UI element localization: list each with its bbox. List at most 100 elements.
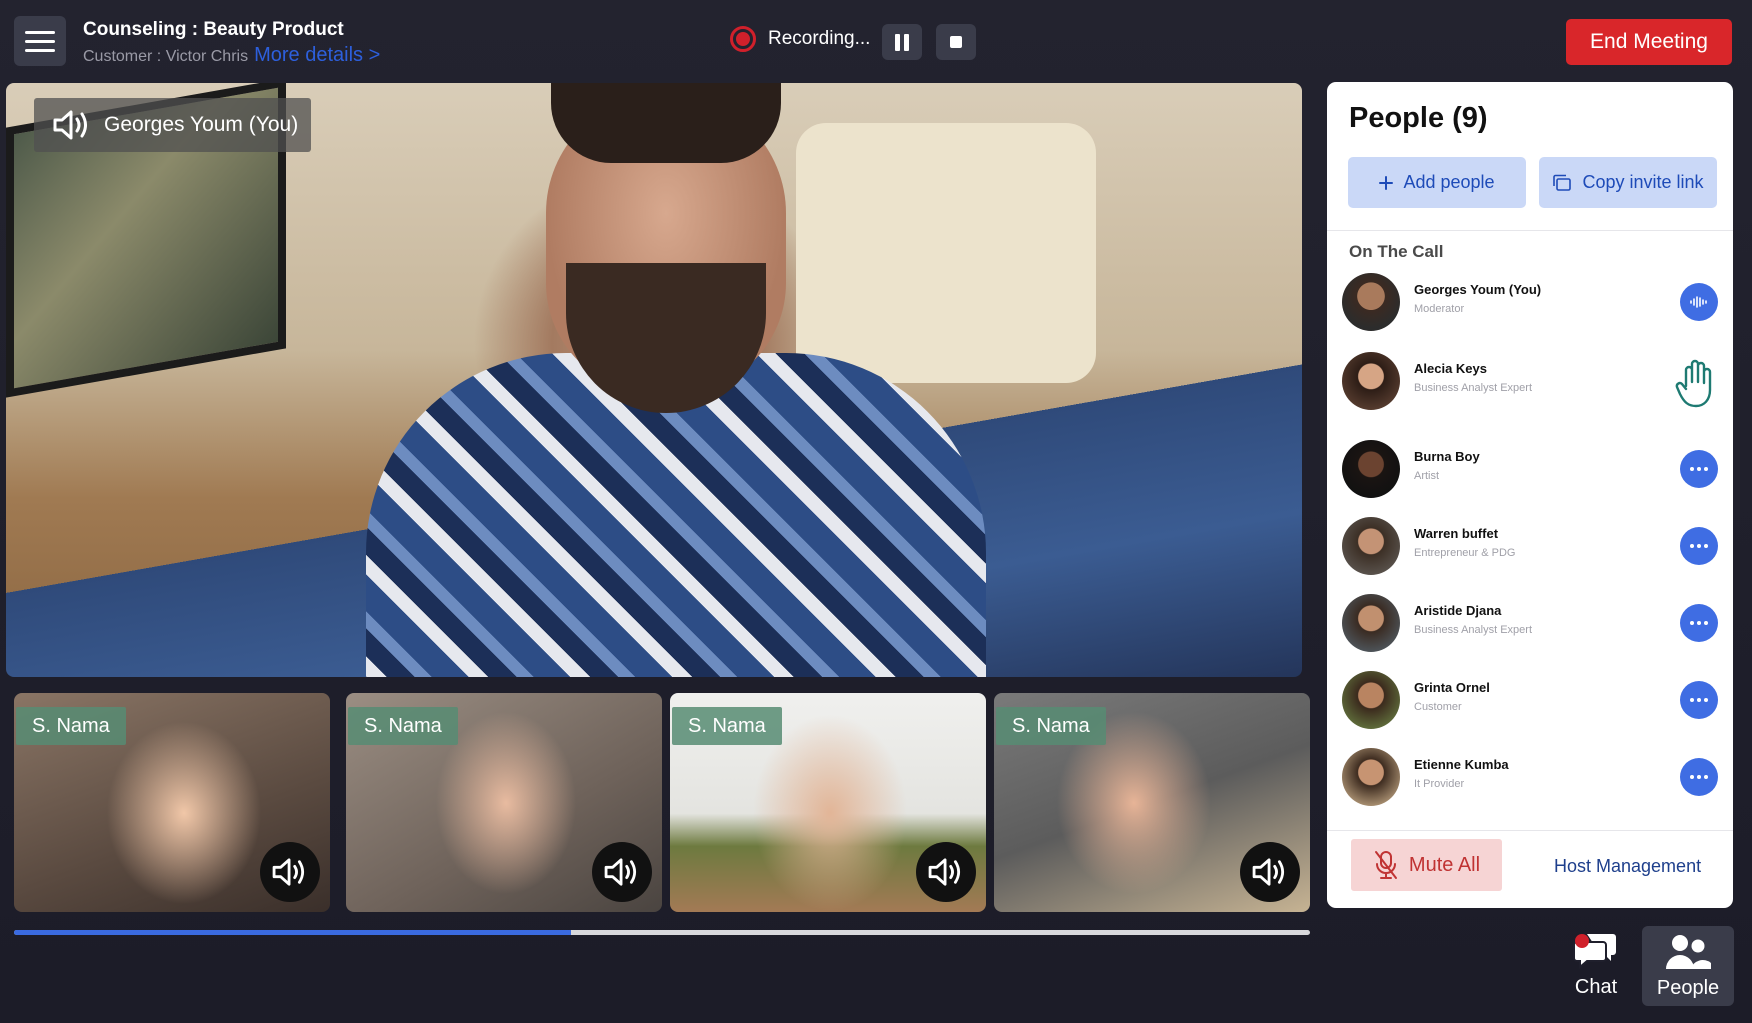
participant-name-tag: S. Nama: [16, 707, 126, 745]
mute-all-button[interactable]: Mute All: [1351, 839, 1502, 891]
recording-label: Recording...: [768, 28, 871, 49]
stop-icon: [950, 36, 962, 48]
on-the-call-label: On The Call: [1349, 242, 1444, 261]
end-meeting-button[interactable]: End Meeting: [1566, 19, 1732, 65]
thumbnail-scroll-progress[interactable]: [14, 930, 1310, 935]
participant-name: Georges Youm (You): [1414, 282, 1542, 297]
more-icon: [1690, 467, 1708, 471]
participant-name: Grinta Ornel: [1414, 680, 1490, 695]
participant-role: Artist: [1414, 470, 1440, 482]
participant-role: Moderator: [1414, 303, 1465, 315]
more-details-link[interactable]: More details >: [254, 44, 380, 66]
participant-name-tag: S. Nama: [348, 707, 458, 745]
menu-icon-line: [25, 39, 55, 43]
speaker-volume-icon: [53, 110, 87, 140]
avatar: [1342, 671, 1400, 729]
copy-icon: [1553, 174, 1572, 191]
participant-more-button[interactable]: [1680, 604, 1718, 642]
participant-audio-button[interactable]: [260, 842, 320, 902]
copy-invite-label: Copy invite link: [1582, 172, 1704, 192]
participant-thumbnail[interactable]: S. Nama: [670, 693, 986, 912]
participant-audio-button[interactable]: [916, 842, 976, 902]
hand-raised-icon[interactable]: [1674, 356, 1718, 408]
participant-more-button[interactable]: [1680, 681, 1718, 719]
participant-row[interactable]: Aristide Djana Business Analyst Expert: [1342, 594, 1718, 654]
participant-row[interactable]: Alecia Keys Business Analyst Expert: [1342, 352, 1718, 412]
participant-name: Burna Boy: [1414, 449, 1480, 464]
participant-role: It Provider: [1414, 778, 1465, 790]
participant-name: Etienne Kumba: [1414, 757, 1509, 772]
participant-thumbnail[interactable]: S. Nama: [346, 693, 662, 912]
pause-icon: [895, 33, 900, 51]
avatar: [1342, 594, 1400, 652]
recording-indicator: Recording...: [730, 26, 870, 52]
participant-more-button[interactable]: [1680, 758, 1718, 796]
participant-row[interactable]: Grinta Ornel Customer: [1342, 671, 1718, 731]
meeting-subtitle: Customer : Victor Chris More details >: [83, 44, 380, 67]
participant-name: Aristide Djana: [1414, 603, 1502, 618]
participant-name: Alecia Keys: [1414, 361, 1487, 376]
participant-more-button[interactable]: [1680, 450, 1718, 488]
hamburger-menu-button[interactable]: [14, 16, 66, 66]
people-icon: [1666, 934, 1711, 969]
plus-icon: [1379, 175, 1394, 190]
speaker-name: Georges Youm (You): [104, 113, 299, 136]
mic-off-icon: [1374, 851, 1397, 879]
video-background-sofa: [796, 123, 1096, 383]
participant-row[interactable]: Etienne Kumba It Provider: [1342, 748, 1718, 808]
main-video[interactable]: Georges Youm (You): [6, 83, 1302, 677]
panel-title: People (9): [1349, 102, 1488, 134]
pause-icon: [904, 33, 909, 51]
participant-more-button[interactable]: [1680, 527, 1718, 565]
menu-icon-line: [25, 30, 55, 34]
more-icon: [1690, 621, 1708, 625]
avatar: [1342, 440, 1400, 498]
volume-icon: [604, 858, 637, 886]
participant-name-tag: S. Nama: [672, 707, 782, 745]
pause-recording-button[interactable]: [882, 24, 922, 60]
speaking-indicator-button[interactable]: [1680, 283, 1718, 321]
participant-thumbnail[interactable]: S. Nama: [14, 693, 330, 912]
avatar: [1342, 352, 1400, 410]
participant-thumbnail[interactable]: S. Nama: [994, 693, 1310, 912]
avatar: [1342, 517, 1400, 575]
chat-nav-button[interactable]: Chat: [1566, 930, 1626, 1006]
more-icon: [1690, 544, 1708, 548]
participant-row[interactable]: Warren buffet Entrepreneur & PDG: [1342, 517, 1718, 577]
stop-recording-button[interactable]: [936, 24, 976, 60]
panel-footer-divider: [1327, 830, 1733, 831]
people-nav-button[interactable]: People: [1642, 926, 1734, 1006]
menu-icon-line: [25, 48, 55, 52]
host-management-link[interactable]: Host Management: [1554, 856, 1701, 877]
audio-wave-icon: [1690, 296, 1707, 308]
participant-row[interactable]: Burna Boy Artist: [1342, 440, 1718, 500]
participant-role: Customer: [1414, 701, 1462, 713]
volume-icon: [1252, 858, 1285, 886]
more-icon: [1690, 698, 1708, 702]
people-nav-label: People: [1656, 976, 1720, 999]
copy-invite-link-button[interactable]: Copy invite link: [1539, 157, 1717, 208]
volume-icon: [928, 858, 961, 886]
panel-divider: [1327, 230, 1733, 231]
more-icon: [1690, 775, 1708, 779]
participant-name-tag: S. Nama: [996, 707, 1106, 745]
avatar: [1342, 273, 1400, 331]
meeting-title: Counseling : Beauty Product: [83, 19, 344, 40]
participant-role: Business Analyst Expert: [1414, 624, 1533, 636]
chat-notification-badge: [1575, 934, 1589, 948]
participant-audio-button[interactable]: [592, 842, 652, 902]
avatar: [1342, 748, 1400, 806]
mute-all-label: Mute All: [1408, 853, 1481, 876]
participant-audio-button[interactable]: [1240, 842, 1300, 902]
customer-label: Customer : Victor Chris: [83, 48, 249, 65]
video-person-hair: [551, 83, 781, 163]
participant-row[interactable]: Georges Youm (You) Moderator: [1342, 273, 1718, 333]
participant-role: Entrepreneur & PDG: [1414, 547, 1516, 559]
speaker-tag: Georges Youm (You): [34, 98, 312, 152]
meeting-app: Counseling : Beauty Product Customer : V…: [0, 0, 1752, 1023]
add-people-label: Add people: [1403, 172, 1495, 192]
progress-fill: [14, 930, 572, 935]
chat-nav-label: Chat: [1574, 976, 1618, 998]
add-people-button[interactable]: Add people: [1348, 157, 1526, 208]
participant-name: Warren buffet: [1414, 526, 1499, 541]
